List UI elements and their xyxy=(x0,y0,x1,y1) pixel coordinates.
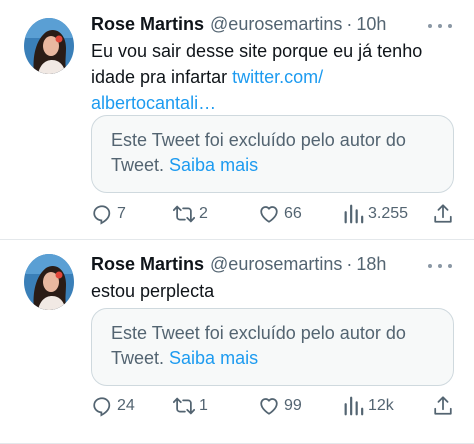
retweet-count: 1 xyxy=(199,397,208,414)
learn-more-link[interactable]: Saiba mais xyxy=(169,348,258,368)
like-button[interactable]: 99 xyxy=(258,394,302,418)
author-name[interactable]: Rose Martins xyxy=(91,254,204,275)
more-dots-icon[interactable] xyxy=(428,20,452,32)
view-count: 12k xyxy=(368,397,394,414)
learn-more-link[interactable]: Saiba mais xyxy=(169,155,258,175)
avatar[interactable] xyxy=(24,18,74,74)
retweet-icon xyxy=(173,205,195,223)
share-icon xyxy=(434,396,452,415)
avatar-photo xyxy=(24,18,74,74)
reply-button[interactable]: 7 xyxy=(91,202,126,226)
heart-icon xyxy=(260,398,278,415)
share-button[interactable] xyxy=(432,202,454,226)
tweet[interactable]: Rose Martins @eurosemartins · 10h Eu vou… xyxy=(0,0,474,240)
separator: · xyxy=(346,254,353,274)
quote-text: Este Tweet foi excluído pelo autor do Tw… xyxy=(111,323,406,368)
reply-icon xyxy=(93,397,111,417)
share-button[interactable] xyxy=(432,394,454,418)
action-bar: 7 2 66 3.255 xyxy=(91,202,461,226)
avatar[interactable] xyxy=(24,254,74,310)
views-button[interactable]: 3.255 xyxy=(342,202,408,226)
reply-count: 7 xyxy=(117,205,126,222)
reply-count: 24 xyxy=(117,397,135,414)
views-chart-icon xyxy=(344,204,364,224)
author-handle[interactable]: @eurosemartins xyxy=(210,14,342,35)
reply-button[interactable]: 24 xyxy=(91,394,135,418)
heart-icon xyxy=(260,206,278,223)
view-count: 3.255 xyxy=(368,205,409,222)
separator: · xyxy=(346,14,353,34)
action-bar: 24 1 99 12k xyxy=(91,394,461,418)
quote-text: Este Tweet foi excluído pelo autor do Tw… xyxy=(111,130,406,175)
avatar-photo xyxy=(24,254,74,310)
retweet-button[interactable]: 1 xyxy=(173,394,208,418)
retweet-count: 2 xyxy=(199,205,208,222)
views-button[interactable]: 12k xyxy=(342,394,394,418)
timestamp[interactable]: 10h xyxy=(356,14,386,35)
like-count: 66 xyxy=(284,205,302,222)
quoted-tweet-deleted[interactable]: Este Tweet foi excluído pelo autor do Tw… xyxy=(91,308,454,386)
retweet-button[interactable]: 2 xyxy=(173,202,208,226)
author-handle[interactable]: @eurosemartins xyxy=(210,254,342,275)
views-chart-icon xyxy=(344,396,364,416)
tweet-header: Rose Martins @eurosemartins · 18h xyxy=(91,254,452,276)
tweet-header: Rose Martins @eurosemartins · 10h xyxy=(91,14,452,36)
tweet-text: estou perplecta xyxy=(91,281,215,301)
author-name[interactable]: Rose Martins xyxy=(91,14,204,35)
quoted-tweet-deleted[interactable]: Este Tweet foi excluído pelo autor do Tw… xyxy=(91,115,454,193)
like-button[interactable]: 66 xyxy=(258,202,302,226)
tweet[interactable]: Rose Martins @eurosemartins · 18h estou … xyxy=(0,240,474,444)
like-count: 99 xyxy=(284,397,302,414)
reply-icon xyxy=(93,205,111,225)
retweet-icon xyxy=(173,397,195,415)
more-dots-icon[interactable] xyxy=(428,260,452,272)
share-icon xyxy=(434,204,452,223)
timestamp[interactable]: 18h xyxy=(356,254,386,275)
tweet-text: Eu vou sair desse site porque eu já tenh… xyxy=(91,38,444,116)
